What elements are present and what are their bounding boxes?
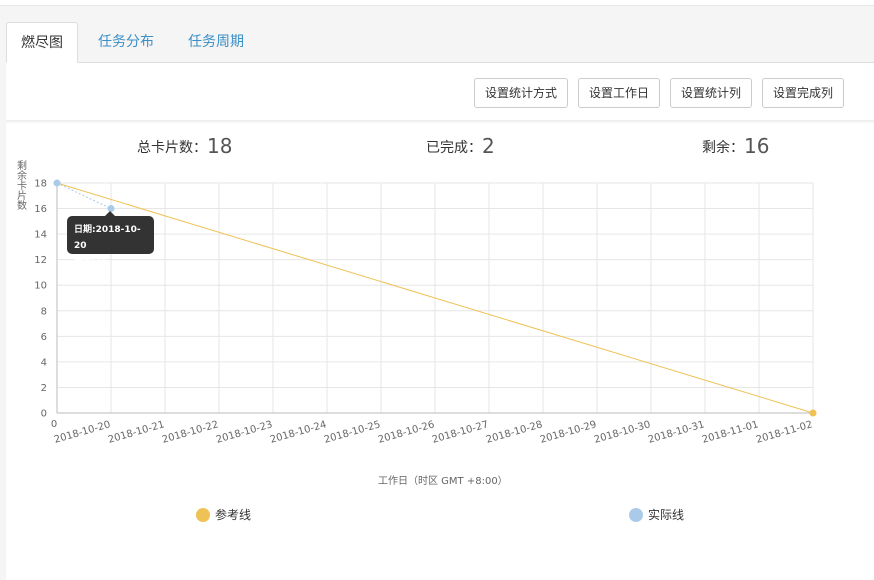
legend-actual-label: 实际线 — [648, 508, 685, 522]
y-tick-label: 2 — [41, 383, 47, 394]
y-tick-label: 16 — [34, 204, 47, 215]
legend-actual-line[interactable]: 实际线 — [629, 506, 684, 523]
tooltip-date: 日期:2018-10-20 — [74, 225, 141, 251]
y-tick-label: 8 — [41, 306, 47, 317]
y-tick-label: 10 — [34, 281, 47, 292]
x-tick-label: 0 — [51, 419, 57, 430]
y-tick-label: 4 — [41, 357, 47, 368]
x-tick-label: 2018-11-02 — [755, 419, 814, 446]
legend-actual-dot — [629, 508, 643, 522]
actual-line — [56, 182, 112, 210]
x-tick-label: 2018-11-01 — [701, 419, 760, 446]
x-tick-label: 2018-10-31 — [647, 419, 706, 446]
legend-reference-line[interactable]: 参考线 — [196, 506, 251, 523]
x-axis-label: 工作日（时区 GMT +8:00） — [378, 476, 508, 487]
y-tick-label: 12 — [34, 255, 47, 266]
x-tick-label: 2018-10-24 — [269, 419, 328, 446]
x-tick-label: 2018-10-23 — [215, 419, 274, 446]
x-tick-label: 2018-10-29 — [539, 419, 598, 446]
y-tick-label: 6 — [41, 332, 47, 343]
x-tick-label: 2018-10-30 — [593, 419, 652, 446]
x-tick-label: 2018-10-25 — [323, 419, 382, 446]
y-tick-label: 0 — [41, 409, 47, 420]
x-tick-label: 2018-10-21 — [107, 419, 166, 446]
x-tick-label: 2018-10-28 — [485, 419, 544, 446]
tooltip-remaining: 剩余:16 — [74, 257, 109, 267]
data-point-tooltip: 日期:2018-10-20 剩余:16 — [67, 211, 154, 267]
x-tick-label: 2018-10-27 — [431, 419, 490, 446]
actual-point — [53, 179, 61, 187]
legend-reference-label: 参考线 — [215, 508, 252, 522]
x-tick-label: 2018-10-22 — [161, 419, 220, 446]
legend-reference-dot — [196, 508, 210, 522]
burndown-chart: 02468101214161802018-10-202018-10-212018… — [34, 179, 817, 446]
y-tick-label: 14 — [34, 230, 47, 241]
y-tick-label: 18 — [34, 179, 47, 190]
x-tick-label: 2018-10-26 — [377, 419, 436, 446]
x-tick-label: 2018-10-20 — [53, 419, 112, 446]
reference-point — [809, 409, 817, 417]
